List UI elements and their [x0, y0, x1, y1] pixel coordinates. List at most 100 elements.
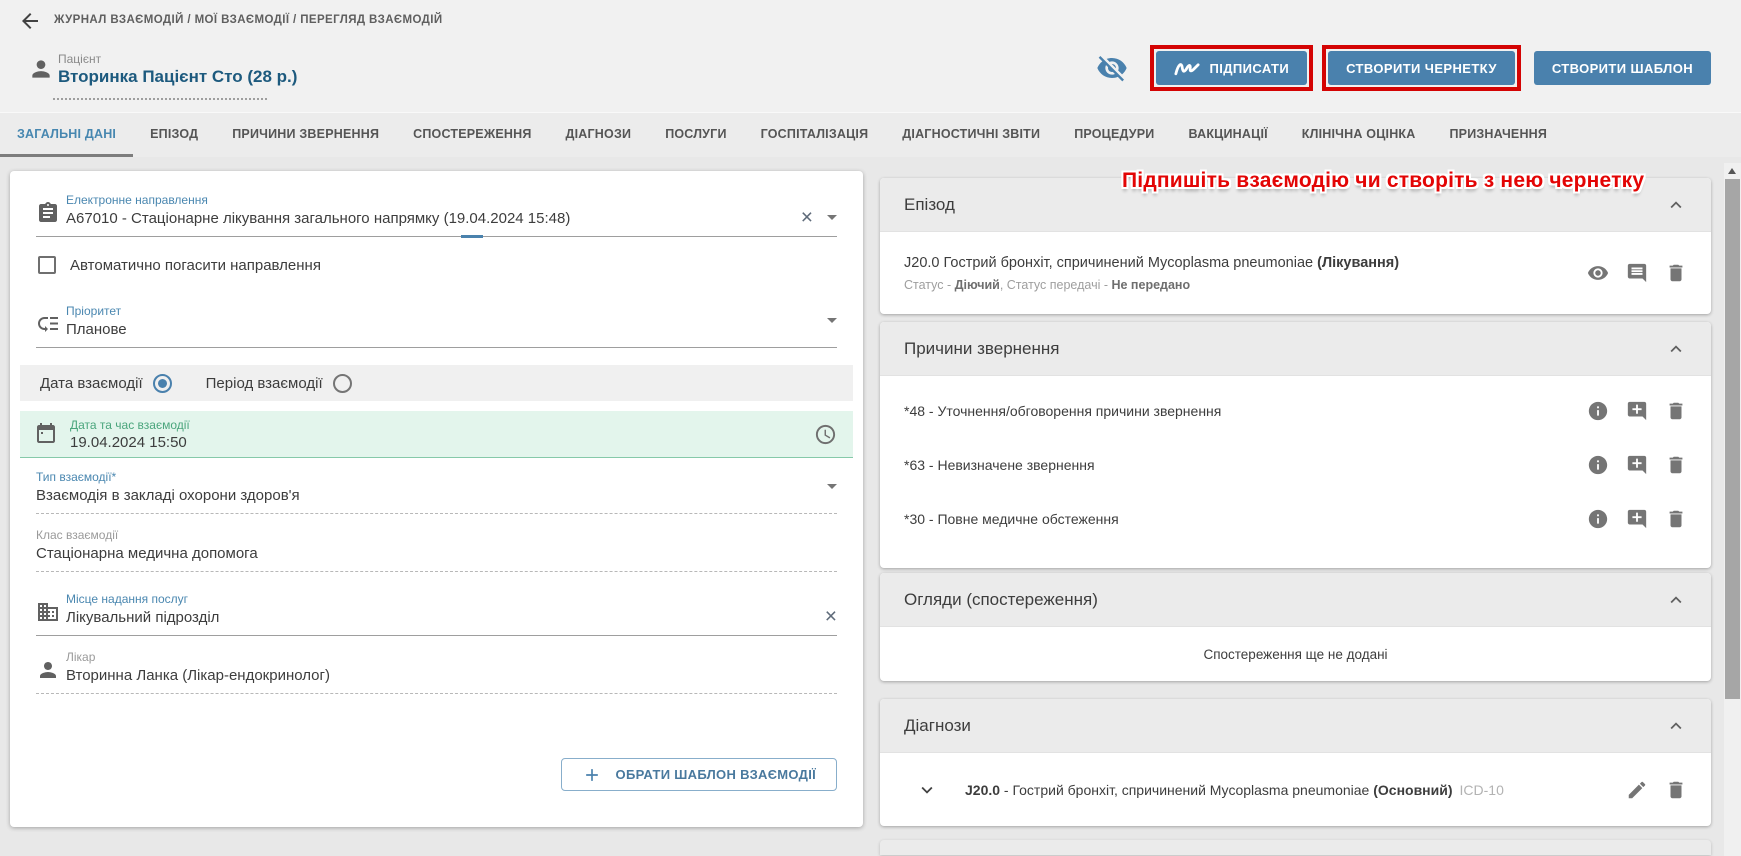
service-place-field[interactable]: Місце надання послуг Лікувальний підрозд… [36, 592, 837, 636]
interaction-class-value: Стаціонарна медична допомога [36, 545, 837, 562]
choose-interaction-template-button[interactable]: ОБРАТИ ШАБЛОН ВЗАЄМОДІЇ [561, 758, 837, 791]
reason-info-icon[interactable] [1587, 508, 1609, 530]
summary-column: Епізод J20.0 Гострий бронхіт, спричинени… [880, 178, 1711, 855]
priority-icon [36, 312, 60, 336]
tab-hospitalization[interactable]: ГОСПІТАЛІЗАЦІЯ [744, 113, 886, 157]
priority-field[interactable]: Пріоритет Планове [36, 304, 837, 348]
interaction-class-field: Клас взаємодії Стаціонарна медична допом… [36, 528, 837, 572]
episode-view-icon[interactable] [1587, 262, 1609, 284]
episode-transfer-value: Не передано [1111, 278, 1190, 292]
episode-collapse-icon[interactable] [1665, 194, 1687, 216]
patient-label: Пацієнт [58, 52, 101, 66]
diagnoses-collapse-icon[interactable] [1665, 715, 1687, 737]
diagnoses-panel: Діагнози J20.0 - Гострий бронхіт, спричи… [880, 699, 1711, 826]
datetime-value: 19.04.2024 15:50 [70, 434, 833, 451]
episode-item-text: J20.0 Гострий бронхіт, спричинений Mycop… [904, 255, 1317, 271]
episode-delete-icon[interactable] [1665, 262, 1687, 284]
reasons-panel-title: Причини звернення [904, 339, 1060, 359]
doctor-avatar-icon [36, 658, 60, 682]
create-template-button[interactable]: СТВОРИТИ ШАБЛОН [1534, 51, 1711, 85]
service-place-clear-icon[interactable]: × [825, 606, 837, 627]
tab-vaccinations[interactable]: ВАКЦИНАЦІЇ [1172, 113, 1285, 157]
diagnosis-delete-icon[interactable] [1665, 779, 1687, 801]
episode-item-status: Статус - Діючий, Статус передачі - Не пе… [904, 278, 1399, 292]
tab-reasons[interactable]: ПРИЧИНИ ЗВЕРНЕННЯ [215, 113, 396, 157]
scrollbar-thumb[interactable] [1725, 179, 1740, 699]
episode-transfer-label: , Статус передачі - [1000, 278, 1112, 292]
general-data-card: Електронне направлення А67010 - Стаціона… [10, 171, 863, 827]
interaction-type-field[interactable]: Тип взаємодії* Взаємодія в закладі охоро… [36, 470, 837, 514]
scrollbar-up-arrow[interactable] [1728, 168, 1736, 174]
sign-button[interactable]: ПІДПИСАТИ [1156, 51, 1307, 85]
reason-add-comment-icon[interactable] [1626, 454, 1648, 476]
diagnosis-expand-icon[interactable] [916, 779, 938, 801]
episode-item-type: (Лікування) [1317, 255, 1399, 271]
referral-label: Електронне направлення [66, 193, 837, 207]
tab-services[interactable]: ПОСЛУГИ [648, 113, 743, 157]
diagnosis-type: (Основний) [1373, 782, 1452, 798]
diagnosis-edit-icon[interactable] [1626, 779, 1648, 801]
priority-value: Планове [66, 321, 837, 338]
reason-row: *48 - Уточнення/обговорення причини звер… [904, 384, 1687, 438]
auto-repay-row: Автоматично погасити направлення [38, 256, 837, 274]
referral-clipboard-icon [36, 201, 60, 225]
interaction-type-dropdown-icon[interactable] [827, 484, 837, 489]
tab-general-data[interactable]: ЗАГАЛЬНІ ДАНІ [0, 113, 133, 157]
date-mode-band: Дата взаємодії Період взаємодії [20, 365, 853, 401]
tab-observations[interactable]: СПОСТЕРЕЖЕННЯ [396, 113, 548, 157]
reason-add-comment-icon[interactable] [1626, 508, 1648, 530]
datetime-field[interactable]: Дата та час взаємодії 19.04.2024 15:50 [20, 411, 853, 458]
create-draft-button[interactable]: СТВОРИТИ ЧЕРНЕТКУ [1328, 51, 1515, 85]
reason-delete-icon[interactable] [1665, 400, 1687, 422]
episode-comment-icon[interactable] [1626, 262, 1648, 284]
observations-empty-text: Спостереження ще не додані [880, 627, 1711, 681]
visibility-off-icon[interactable] [1096, 52, 1128, 84]
reasons-panel: Причини звернення *48 - Уточнення/обгово… [880, 322, 1711, 568]
breadcrumb: ЖУРНАЛ ВЗАЄМОДІЙ / МОЇ ВЗАЄМОДІЇ / ПЕРЕГ… [54, 14, 443, 26]
draft-button-highlight: СТВОРИТИ ЧЕРНЕТКУ [1322, 45, 1521, 91]
plus-icon [582, 765, 602, 785]
priority-dropdown-icon[interactable] [827, 318, 837, 323]
auto-repay-checkbox[interactable] [38, 256, 56, 274]
observations-panel: Огляди (спостереження) Спостереження ще … [880, 573, 1711, 681]
referral-clear-icon[interactable]: × [801, 207, 813, 228]
reasons-collapse-icon[interactable] [1665, 338, 1687, 360]
reason-delete-icon[interactable] [1665, 454, 1687, 476]
date-mode-date-radio[interactable] [153, 374, 172, 393]
observations-panel-header: Огляди (спостереження) [880, 573, 1711, 627]
reason-text: *48 - Уточнення/обговорення причини звер… [904, 403, 1221, 419]
scrollbar[interactable] [1724, 163, 1741, 856]
tab-clinical-assessment[interactable]: КЛІНІЧНА ОЦІНКА [1285, 113, 1433, 157]
observations-collapse-icon[interactable] [1665, 589, 1687, 611]
tab-procedures[interactable]: ПРОЦЕДУРИ [1057, 113, 1171, 157]
diagnosis-text: J20.0 - Гострий бронхіт, спричинений Myc… [965, 782, 1626, 798]
interaction-type-label: Тип взаємодії* [36, 470, 837, 484]
next-panel-partial [880, 840, 1711, 855]
interaction-class-label: Клас взаємодії [36, 528, 837, 542]
diagnosis-coding-system: ICD-10 [1460, 782, 1504, 798]
back-arrow-icon[interactable] [18, 9, 42, 33]
header: ЖУРНАЛ ВЗАЄМОДІЙ / МОЇ ВЗАЄМОДІЇ / ПЕРЕГ… [0, 0, 1741, 112]
episode-item-title: J20.0 Гострий бронхіт, спричинений Mycop… [904, 255, 1399, 271]
tab-diagnoses[interactable]: ДІАГНОЗИ [549, 113, 649, 157]
reason-text: *30 - Повне медичне обстеження [904, 511, 1119, 527]
referral-field[interactable]: Електронне направлення А67010 - Стаціона… [36, 193, 837, 237]
clock-icon[interactable] [814, 423, 837, 446]
reason-add-comment-icon[interactable] [1626, 400, 1648, 422]
service-place-value: Лікувальний підрозділ [66, 609, 837, 626]
reason-info-icon[interactable] [1587, 400, 1609, 422]
episode-status-label: Статус - [904, 278, 955, 292]
tabbar: ЗАГАЛЬНІ ДАНІ ЕПІЗОД ПРИЧИНИ ЗВЕРНЕННЯ С… [0, 112, 1741, 157]
referral-focus-indicator [461, 235, 483, 238]
date-mode-date: Дата взаємодії [40, 374, 172, 393]
referral-dropdown-icon[interactable] [827, 215, 837, 220]
reason-info-icon[interactable] [1587, 454, 1609, 476]
date-mode-period-radio[interactable] [333, 374, 352, 393]
priority-label: Пріоритет [66, 304, 837, 318]
tab-prescriptions[interactable]: ПРИЗНАЧЕННЯ [1433, 113, 1565, 157]
episode-status-value: Діючий [955, 278, 1000, 292]
tab-episode[interactable]: ЕПІЗОД [133, 113, 215, 157]
tab-diagnostic-reports[interactable]: ДІАГНОСТИЧНІ ЗВІТИ [885, 113, 1057, 157]
episode-item: J20.0 Гострий бронхіт, спричинений Mycop… [880, 232, 1711, 314]
reason-delete-icon[interactable] [1665, 508, 1687, 530]
